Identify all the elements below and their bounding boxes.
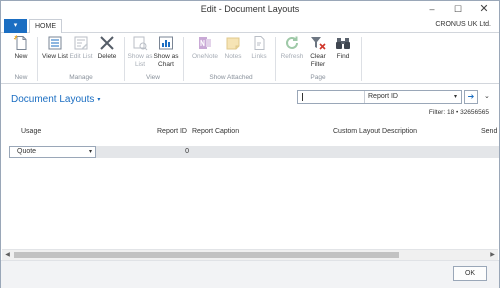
- grid-header: Usage Report ID Report Caption Custom La…: [9, 122, 499, 142]
- show-as-list-icon: [133, 36, 148, 51]
- chevron-down-icon: ▾: [453, 94, 457, 100]
- column-header-report-caption[interactable]: Report Caption: [192, 128, 239, 135]
- application-menu-button[interactable]: ▾: [4, 19, 27, 33]
- page-title-text: Document Layouts: [11, 94, 95, 105]
- links-icon: [254, 36, 265, 50]
- edit-list-button[interactable]: Edit List: [67, 35, 95, 61]
- text-cursor: [302, 93, 303, 101]
- onenote-label: OneNote: [191, 53, 219, 60]
- group-show-attached-label: Show Attached: [209, 74, 253, 81]
- column-header-send[interactable]: Send: [481, 128, 497, 135]
- view-list-label: View List: [42, 53, 68, 60]
- clear-filter-button[interactable]: Clear Filter: [304, 35, 332, 69]
- ribbon-separator: [361, 37, 362, 81]
- collapse-chevron-icon[interactable]: ⌄: [484, 92, 490, 100]
- scroll-right-icon[interactable]: ▶: [487, 250, 498, 260]
- notes-label: Notes: [224, 53, 242, 60]
- links-label: Links: [251, 53, 267, 60]
- ribbon: New New View List Edit List Delete Manag…: [1, 33, 499, 84]
- column-header-usage[interactable]: Usage: [21, 128, 41, 135]
- column-header-custom-layout-description[interactable]: Custom Layout Description: [333, 128, 417, 135]
- arrow-right-icon: ➔: [467, 92, 475, 101]
- ribbon-separator: [275, 37, 276, 81]
- search-input[interactable]: [298, 91, 364, 103]
- show-as-chart-button[interactable]: Show as Chart: [152, 35, 180, 69]
- notes-icon: [226, 37, 240, 50]
- show-as-list-label: Show as List: [127, 53, 153, 68]
- chevron-down-icon: ▾: [97, 96, 101, 103]
- dialog-footer: OK: [1, 260, 499, 288]
- search-field-value: Report ID: [368, 93, 398, 100]
- onenote-button[interactable]: OneNote: [191, 35, 219, 61]
- title-bar: Edit - Document Layouts – ☐ ✕: [1, 1, 499, 19]
- onenote-icon: [199, 37, 211, 49]
- maximize-button[interactable]: ☐: [445, 2, 471, 16]
- edit-document-layouts-window: Edit - Document Layouts – ☐ ✕ ▾ HOME CRO…: [0, 0, 500, 288]
- tab-home[interactable]: HOME: [29, 19, 62, 34]
- usage-select[interactable]: Quote ▾: [9, 146, 96, 158]
- clear-filter-icon: [311, 37, 326, 50]
- view-list-icon: [48, 36, 62, 50]
- group-manage-label: Manage: [69, 74, 93, 81]
- group-view-label: View: [146, 74, 160, 81]
- edit-list-label: Edit List: [69, 53, 93, 60]
- delete-button[interactable]: Delete: [93, 35, 121, 61]
- close-button[interactable]: ✕: [471, 2, 497, 16]
- ribbon-separator: [37, 37, 38, 81]
- horizontal-scrollbar[interactable]: ◀ ▶: [2, 249, 498, 260]
- usage-value: Quote: [17, 148, 37, 155]
- find-label: Find: [336, 53, 350, 60]
- ribbon-separator: [183, 37, 184, 81]
- chevron-down-icon: ▾: [88, 149, 92, 155]
- new-button[interactable]: New: [7, 35, 35, 61]
- group-page-label: Page: [310, 74, 326, 81]
- show-as-chart-label: Show as Chart: [153, 53, 179, 68]
- refresh-button[interactable]: Refresh: [278, 35, 306, 61]
- binoculars-icon: [336, 38, 350, 49]
- notes-button[interactable]: Notes: [219, 35, 247, 61]
- ribbon-separator: [124, 37, 125, 81]
- column-header-report-id[interactable]: Report ID: [157, 128, 187, 135]
- delete-label: Delete: [97, 53, 117, 60]
- find-button[interactable]: Find: [329, 35, 357, 61]
- page-title[interactable]: Document Layouts ▾: [11, 94, 100, 105]
- links-button[interactable]: Links: [245, 35, 273, 61]
- delete-icon: [100, 36, 114, 50]
- view-list-button[interactable]: View List: [41, 35, 69, 61]
- search-go-button[interactable]: ➔: [464, 90, 478, 104]
- filter-status: Filter: 18 • 32656565: [428, 109, 489, 116]
- company-name[interactable]: CRONUS UK Ltd.: [435, 21, 491, 28]
- refresh-icon: [286, 36, 298, 49]
- report-id-cell[interactable]: 0: [129, 146, 189, 158]
- refresh-label: Refresh: [280, 53, 304, 60]
- search-box: Report ID ▾: [297, 90, 462, 104]
- show-as-chart-icon: [159, 36, 173, 50]
- minimize-button[interactable]: –: [419, 2, 445, 16]
- scrollbar-thumb[interactable]: [14, 252, 399, 258]
- group-new-label: New: [14, 74, 28, 81]
- new-label: New: [14, 53, 28, 60]
- ribbon-tab-row: ▾ HOME CRONUS UK Ltd.: [1, 19, 499, 34]
- table-row[interactable]: Quote ▾ 0: [9, 146, 499, 158]
- scroll-left-icon[interactable]: ◀: [2, 250, 13, 260]
- clear-filter-label: Clear Filter: [310, 53, 326, 68]
- new-document-icon: [13, 35, 27, 50]
- show-as-list-button[interactable]: Show as List: [126, 35, 154, 69]
- edit-list-icon: [74, 36, 88, 50]
- ok-button[interactable]: OK: [453, 266, 487, 281]
- search-field-select[interactable]: Report ID ▾: [364, 91, 461, 103]
